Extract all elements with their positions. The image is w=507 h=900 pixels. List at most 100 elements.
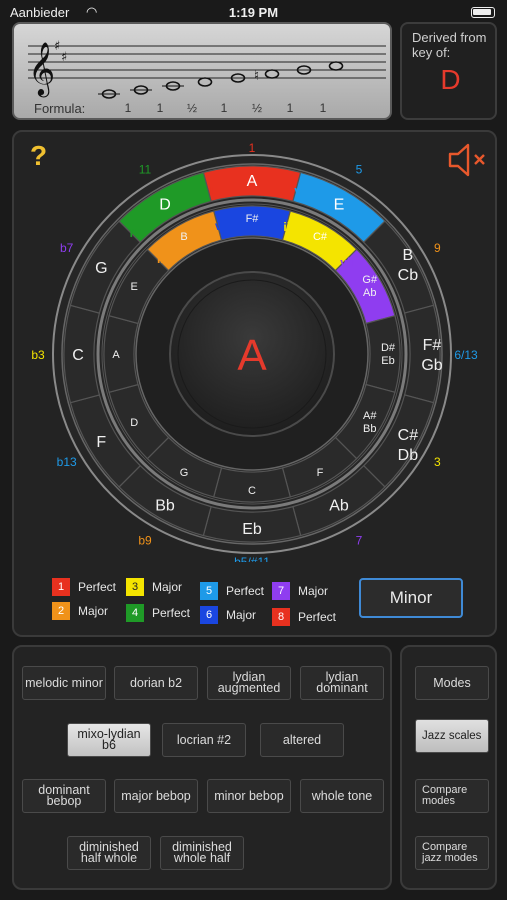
formula-step: 1: [124, 101, 132, 115]
jazz-scales-panel: melodic minor dorian b2 lydian augmented…: [12, 645, 392, 890]
legend-swatch: 8: [272, 608, 290, 626]
scale-button[interactable]: whole tone: [300, 779, 384, 813]
key-panel: Derived from key of: D: [400, 22, 497, 120]
inner-note-label: B: [180, 231, 187, 243]
interval-degree-label: b5/#11: [234, 555, 270, 562]
center-key-note: A: [237, 331, 267, 380]
legend-swatch: 2: [52, 602, 70, 620]
battery-icon: [471, 7, 495, 18]
scale-button[interactable]: melodic minor: [22, 666, 106, 700]
circle-of-fifths-wheel[interactable]: AEBCbF#GbC#DbAbEbBbFCGDF#C#G#AbD#EbA#BbF…: [14, 132, 495, 562]
interval-degree-label: b3: [31, 348, 45, 362]
interval-degree-label: 7: [356, 533, 363, 547]
jazz-scales-button[interactable]: Jazz scales: [415, 719, 489, 753]
interval-degree-label: 1: [249, 141, 256, 155]
roman-numeral-inner: vi: [215, 219, 225, 233]
scale-button-selected[interactable]: mixo-lydian b6: [67, 723, 151, 757]
roman-numeral-inner: ii: [157, 252, 164, 266]
roman-numeral-inner: iii: [283, 220, 293, 234]
modes-button[interactable]: Modes: [415, 666, 489, 700]
roman-numeral-inner: vii: [340, 255, 353, 269]
outer-note-label: G: [95, 260, 107, 277]
inner-note-label: F: [317, 467, 324, 479]
formula-step: 1: [286, 101, 294, 115]
mute-speaker-icon[interactable]: [446, 140, 492, 180]
compare-jazz-modes-button[interactable]: Compare jazz modes: [415, 836, 489, 870]
legend-swatch: 3: [126, 578, 144, 596]
outer-note-label: A: [247, 173, 258, 190]
svg-text:♮: ♮: [254, 68, 259, 84]
interval-degree-label: 11: [139, 163, 152, 177]
outer-note-label: Bb: [155, 498, 175, 515]
interval-degree-label: b9: [138, 533, 152, 547]
legend-swatch: 7: [272, 582, 290, 600]
legend-label: Perfect: [78, 580, 117, 594]
inner-key-segment[interactable]: [365, 314, 401, 394]
legend-swatch: 4: [126, 604, 144, 622]
scale-button[interactable]: lydian dominant: [300, 666, 384, 700]
inner-note-label: C: [248, 485, 256, 497]
inner-key-segment[interactable]: [103, 314, 139, 394]
scale-button[interactable]: minor bebop: [207, 779, 291, 813]
key-label: Derived from key of:: [412, 30, 487, 60]
inner-note-alt-label: Ab: [363, 287, 376, 299]
formula-step: 1: [220, 101, 228, 115]
inner-note-label: D: [130, 417, 138, 429]
scale-button[interactable]: dominant bebop: [22, 779, 106, 813]
mode-selector-panel: Modes Jazz scales Compare modes Compare …: [400, 645, 497, 890]
interval-degree-label: 6/13: [454, 348, 478, 362]
outer-note-alt-label: Cb: [398, 267, 419, 284]
status-bar: Aanbieder ◠ 1:19 PM: [0, 0, 507, 24]
outer-note-alt-label: Db: [398, 447, 419, 464]
treble-clef-icon: 𝄞: [28, 41, 55, 97]
interval-degree-label: 3: [434, 455, 441, 469]
inner-note-label: F#: [246, 213, 260, 225]
scale-button[interactable]: lydian augmented: [207, 666, 291, 700]
formula-step: ½: [186, 101, 197, 115]
inner-note-label: A#: [363, 410, 377, 422]
key-value: D: [440, 64, 461, 95]
legend-swatch: 1: [52, 578, 70, 596]
interval-degree-label: 5: [356, 163, 363, 177]
compare-modes-button[interactable]: Compare modes: [415, 779, 489, 813]
interval-degree-label: b7: [60, 241, 74, 255]
help-icon[interactable]: ?: [30, 140, 47, 172]
inner-note-label: C#: [313, 231, 328, 243]
clock: 1:19 PM: [228, 5, 279, 20]
inner-note-label: E: [131, 281, 138, 293]
inner-note-label: G#: [362, 274, 378, 286]
svg-text:♯: ♯: [54, 39, 60, 54]
formula-step: ½: [251, 101, 262, 115]
outer-note-label: B: [403, 247, 414, 264]
scale-button[interactable]: diminished half whole: [67, 836, 151, 870]
outer-note-alt-label: Gb: [421, 357, 442, 374]
legend-label: Major: [226, 608, 257, 622]
legend-label: Perfect: [298, 610, 337, 624]
inner-note-label: G: [180, 467, 189, 479]
interval-degree-label: 9: [434, 241, 441, 255]
inner-note-label: D#: [381, 342, 396, 354]
roman-numeral-outer: I: [210, 184, 213, 198]
scale-button[interactable]: altered: [260, 723, 344, 757]
legend-swatch: 6: [200, 606, 218, 624]
legend-label: Major: [152, 580, 183, 594]
outer-note-label: F: [96, 434, 106, 451]
scale-button[interactable]: locrian #2: [162, 723, 246, 757]
legend-label: Perfect: [152, 606, 191, 620]
outer-note-label: Ab: [329, 498, 349, 515]
outer-note-label: F#: [423, 337, 442, 354]
formula-label: Formula:: [34, 101, 86, 116]
outer-note-label: E: [334, 196, 345, 213]
outer-note-label: C: [72, 347, 84, 364]
minor-button[interactable]: Minor: [359, 578, 463, 618]
scale-button[interactable]: diminished whole half: [160, 836, 244, 870]
formula-step: 1: [319, 101, 327, 115]
outer-key-segment[interactable]: [403, 304, 441, 404]
circle-of-fifths-panel: A E B Cb F# Gb C# Db Ab Eb Bb F C G D F# C# G# Ab D# Eb A# Bb F…: [12, 130, 497, 637]
scale-button[interactable]: dorian b2: [114, 666, 198, 700]
legend-label: Major: [78, 604, 109, 618]
scale-button[interactable]: major bebop: [114, 779, 198, 813]
interval-degree-label: b13: [57, 455, 77, 469]
legend-swatch: 5: [200, 582, 218, 600]
inner-note-alt-label: Eb: [381, 355, 394, 367]
